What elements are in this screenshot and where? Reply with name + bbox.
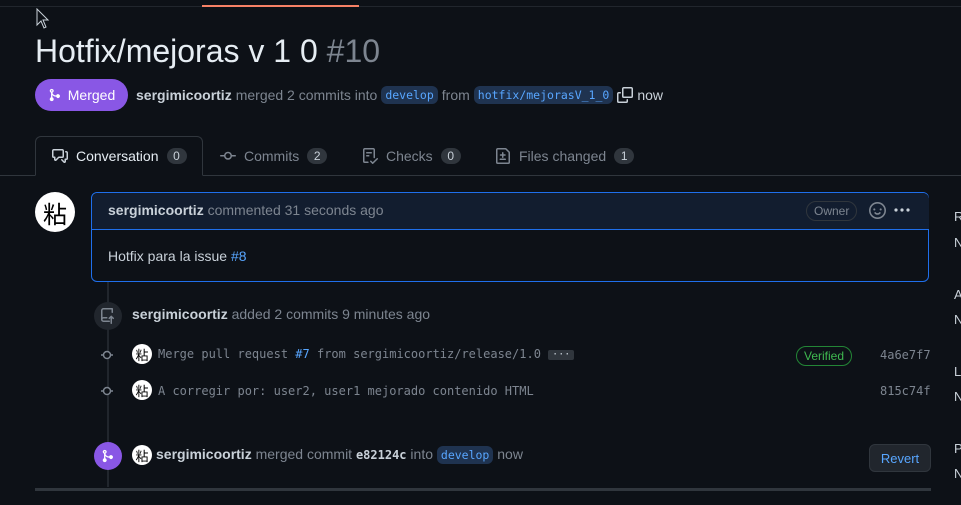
file-diff-icon — [496, 148, 510, 164]
sidebar-assignees-heading[interactable]: A — [954, 287, 961, 302]
merge-branch-label[interactable]: develop — [436, 446, 494, 464]
pr-meta-text: merged 2 commits into — [235, 87, 378, 103]
base-branch-label[interactable]: develop — [381, 86, 438, 104]
merge-icon — [102, 449, 113, 463]
tab-commits-label: Commits — [244, 148, 300, 164]
tab-conversation-label: Conversation — [76, 148, 159, 164]
add-reaction-icon[interactable] — [869, 202, 886, 219]
tab-checks-label: Checks — [386, 148, 433, 164]
avatar[interactable]: 粘 — [35, 192, 75, 232]
comment-author-link[interactable]: sergimicoortiz — [108, 202, 204, 218]
pr-author-link[interactable]: sergimicoortiz — [136, 87, 232, 103]
owner-badge: Owner — [806, 201, 858, 221]
kebab-horizontal-icon[interactable] — [893, 202, 911, 218]
merge-icon — [49, 88, 60, 102]
sidebar-assignees-value: N — [954, 312, 961, 327]
comment-action[interactable]: commented 31 seconds ago — [208, 202, 384, 218]
mouse-cursor-icon — [36, 8, 50, 29]
avatar[interactable]: 粘 — [132, 445, 152, 465]
avatar[interactable]: 粘 — [132, 344, 152, 364]
merge-event-text: sergimicoortiz merged commit e82124c int… — [156, 446, 523, 464]
pr-title: Hotfix/mejoras v 1 0 #10 — [35, 33, 380, 70]
verified-badge[interactable]: Verified — [796, 346, 853, 366]
copy-icon[interactable] — [617, 87, 634, 103]
pr-from-text: from — [441, 87, 470, 103]
comment-header-text: sergimicoortiz commented 31 seconds ago — [108, 202, 383, 218]
tab-commits-count: 2 — [307, 148, 328, 164]
commit-icon — [220, 151, 236, 160]
commit-sha[interactable]: 4a6e7f7 — [880, 348, 931, 362]
comment-body-text: Hotfix para la issue — [108, 248, 228, 264]
commits-event-author[interactable]: sergimicoortiz — [132, 306, 228, 322]
commit-message[interactable]: A corregir por: user2, user1 mejorado co… — [158, 384, 534, 398]
conversation-icon — [52, 149, 68, 163]
active-nav-underline — [202, 5, 359, 7]
list-item[interactable]: Merge pull request #7 from sergimicoorti… — [158, 347, 575, 361]
merge-time: now — [497, 446, 523, 462]
issue-link[interactable]: #8 — [231, 248, 247, 264]
push-event-badge — [94, 302, 122, 330]
sidebar-reviewers-value: N — [954, 235, 961, 250]
merge-event-author[interactable]: sergimicoortiz — [156, 446, 252, 462]
pr-meta: sergimicoortiz merged 2 commits into dev… — [136, 85, 663, 105]
head-branch-label[interactable]: hotfix/mejorasV_1_0 — [473, 86, 614, 104]
sidebar-labels-heading[interactable]: L — [954, 364, 961, 379]
checklist-icon — [363, 148, 378, 164]
tab-files-changed-count: 1 — [614, 148, 635, 164]
sidebar-projects-value: N — [954, 466, 961, 481]
pr-link[interactable]: #7 — [295, 347, 309, 361]
tab-checks[interactable]: Checks 0 — [362, 136, 461, 176]
merged-status-label: Merged — [67, 87, 116, 103]
comment-body: Hotfix para la issue #8 — [108, 248, 247, 264]
tab-files-changed[interactable]: Files changed 1 — [495, 136, 635, 176]
merge-commit-sha[interactable]: e82124c — [356, 448, 407, 462]
merge-event-badge — [94, 442, 122, 470]
commits-event-desc: added 2 commits 9 minutes ago — [231, 306, 431, 322]
tab-checks-count: 0 — [440, 148, 461, 164]
tab-conversation[interactable]: Conversation 0 — [35, 136, 203, 176]
commit-message[interactable]: Merge pull request — [158, 347, 288, 361]
merged-status-badge: Merged — [35, 79, 128, 111]
commit-dot-icon — [101, 386, 113, 396]
commits-event-text: sergimicoortiz added 2 commits 9 minutes… — [132, 306, 430, 322]
tab-commits[interactable]: Commits 2 — [220, 136, 328, 176]
tab-conversation-count: 0 — [166, 148, 187, 164]
sidebar-projects-heading[interactable]: P — [954, 441, 961, 456]
tab-files-changed-label: Files changed — [519, 148, 607, 164]
merge-into-text: into — [410, 446, 433, 462]
expand-commit-button[interactable]: ··· — [548, 349, 575, 360]
revert-button[interactable]: Revert — [869, 444, 931, 472]
header-divider — [0, 6, 961, 7]
pr-title-text: Hotfix/mejoras v 1 0 — [35, 33, 318, 69]
list-item[interactable]: A corregir por: user2, user1 mejorado co… — [158, 384, 534, 398]
merge-event-desc: merged commit — [255, 446, 353, 462]
commit-dot-icon — [101, 350, 113, 360]
avatar[interactable]: 粘 — [132, 380, 152, 400]
sidebar-labels-value: N — [954, 389, 961, 404]
timeline-end-divider — [35, 488, 931, 491]
pr-time: now — [637, 87, 664, 103]
repo-push-icon — [101, 308, 115, 324]
commit-sha[interactable]: 815c74f — [880, 384, 931, 398]
commit-message-rest[interactable]: from sergimicoortiz/release/1.0 — [317, 347, 541, 361]
pr-number: #10 — [326, 33, 381, 69]
sidebar-reviewers-heading[interactable]: R — [954, 209, 961, 224]
